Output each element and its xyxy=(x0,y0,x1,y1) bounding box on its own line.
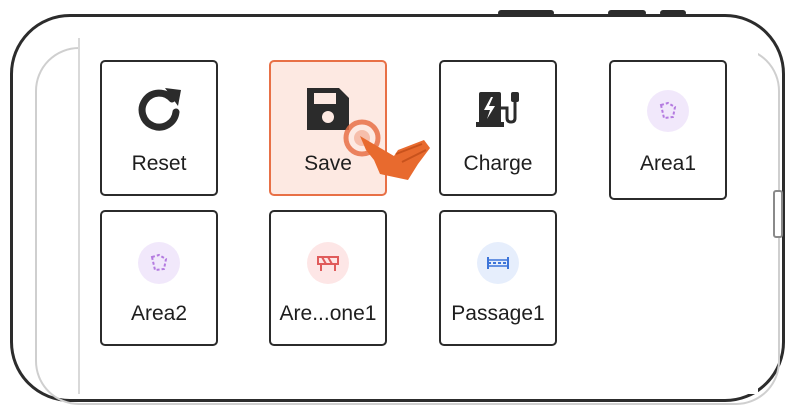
app-screen: Reset Save Charge Area1 Area2 Are...one1… xyxy=(78,38,758,394)
area-icon xyxy=(647,90,689,132)
area1-label: Area1 xyxy=(639,152,697,175)
side-button xyxy=(773,190,783,238)
barrier-icon xyxy=(307,242,349,284)
area-icon xyxy=(138,242,180,284)
charger-icon xyxy=(473,84,523,139)
charge-button[interactable]: Charge xyxy=(439,60,557,196)
passage1-button[interactable]: Passage1 xyxy=(439,210,557,346)
reset-label: Reset xyxy=(131,152,187,175)
area2-button[interactable]: Area2 xyxy=(100,210,218,346)
volume-button-top-2 xyxy=(608,10,646,16)
area2-label: Area2 xyxy=(130,302,188,325)
area-zone1-button[interactable]: Are...one1 xyxy=(269,210,387,346)
reset-button[interactable]: Reset xyxy=(100,60,218,196)
passage-icon xyxy=(477,242,519,284)
passage1-label: Passage1 xyxy=(451,302,545,325)
refresh-icon xyxy=(132,82,186,141)
area-zone1-label: Are...one1 xyxy=(279,302,377,325)
volume-button-top xyxy=(498,10,554,16)
power-button-top xyxy=(660,10,686,16)
tap-hand-icon xyxy=(338,110,448,190)
area1-button[interactable]: Area1 xyxy=(609,60,727,200)
charge-label: Charge xyxy=(463,152,533,175)
